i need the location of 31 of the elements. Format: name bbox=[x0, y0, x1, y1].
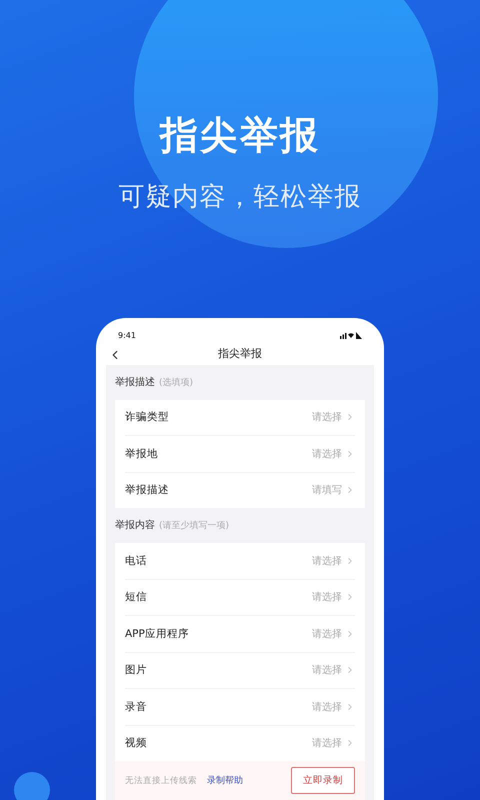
field-label: 举报地 bbox=[125, 446, 158, 461]
select-field[interactable]: 请选择 bbox=[312, 700, 355, 714]
field-label: 图片 bbox=[125, 663, 147, 678]
field-label: 视频 bbox=[125, 736, 147, 750]
field-label: 电话 bbox=[125, 554, 147, 568]
select-field[interactable]: 请填写 bbox=[312, 483, 355, 498]
section-title: 举报内容 bbox=[115, 518, 155, 532]
section-title: 举报描述 bbox=[115, 376, 155, 388]
record-button[interactable]: 立即录制 bbox=[291, 767, 355, 794]
select-field[interactable]: 请选择 bbox=[312, 590, 355, 604]
select-field[interactable]: 请选择 bbox=[312, 446, 355, 461]
status-time: 9:41 bbox=[118, 331, 136, 340]
field-label: 短信 bbox=[125, 590, 147, 604]
section-hint: (选填项) bbox=[159, 376, 194, 388]
bubble-drawing bbox=[14, 772, 50, 800]
select-field[interactable]: 请选择 bbox=[312, 626, 355, 641]
footer-note: 无法直接上传线索 bbox=[125, 774, 197, 786]
select-field[interactable]: 请选择 bbox=[312, 663, 355, 678]
field-label: APP应用程序 bbox=[125, 626, 189, 641]
help-link[interactable]: 录制帮助 bbox=[207, 774, 243, 787]
select-field[interactable]: 请选择 bbox=[312, 736, 355, 750]
field-label: 录音 bbox=[125, 700, 147, 714]
field-label: 诈骗类型 bbox=[125, 410, 169, 424]
status-icons-icon bbox=[340, 332, 362, 340]
screen-title: 指尖举报 bbox=[218, 346, 262, 362]
select-field[interactable]: 请选择 bbox=[312, 554, 355, 568]
select-field[interactable]: 请选择 bbox=[312, 410, 355, 424]
subtitle: 可疑内容，轻松举报 bbox=[118, 181, 362, 214]
field-label: 举报描述 bbox=[125, 483, 169, 498]
headline: 指尖举报 bbox=[160, 112, 320, 158]
section-hint: (请至少填写一项) bbox=[159, 520, 230, 532]
